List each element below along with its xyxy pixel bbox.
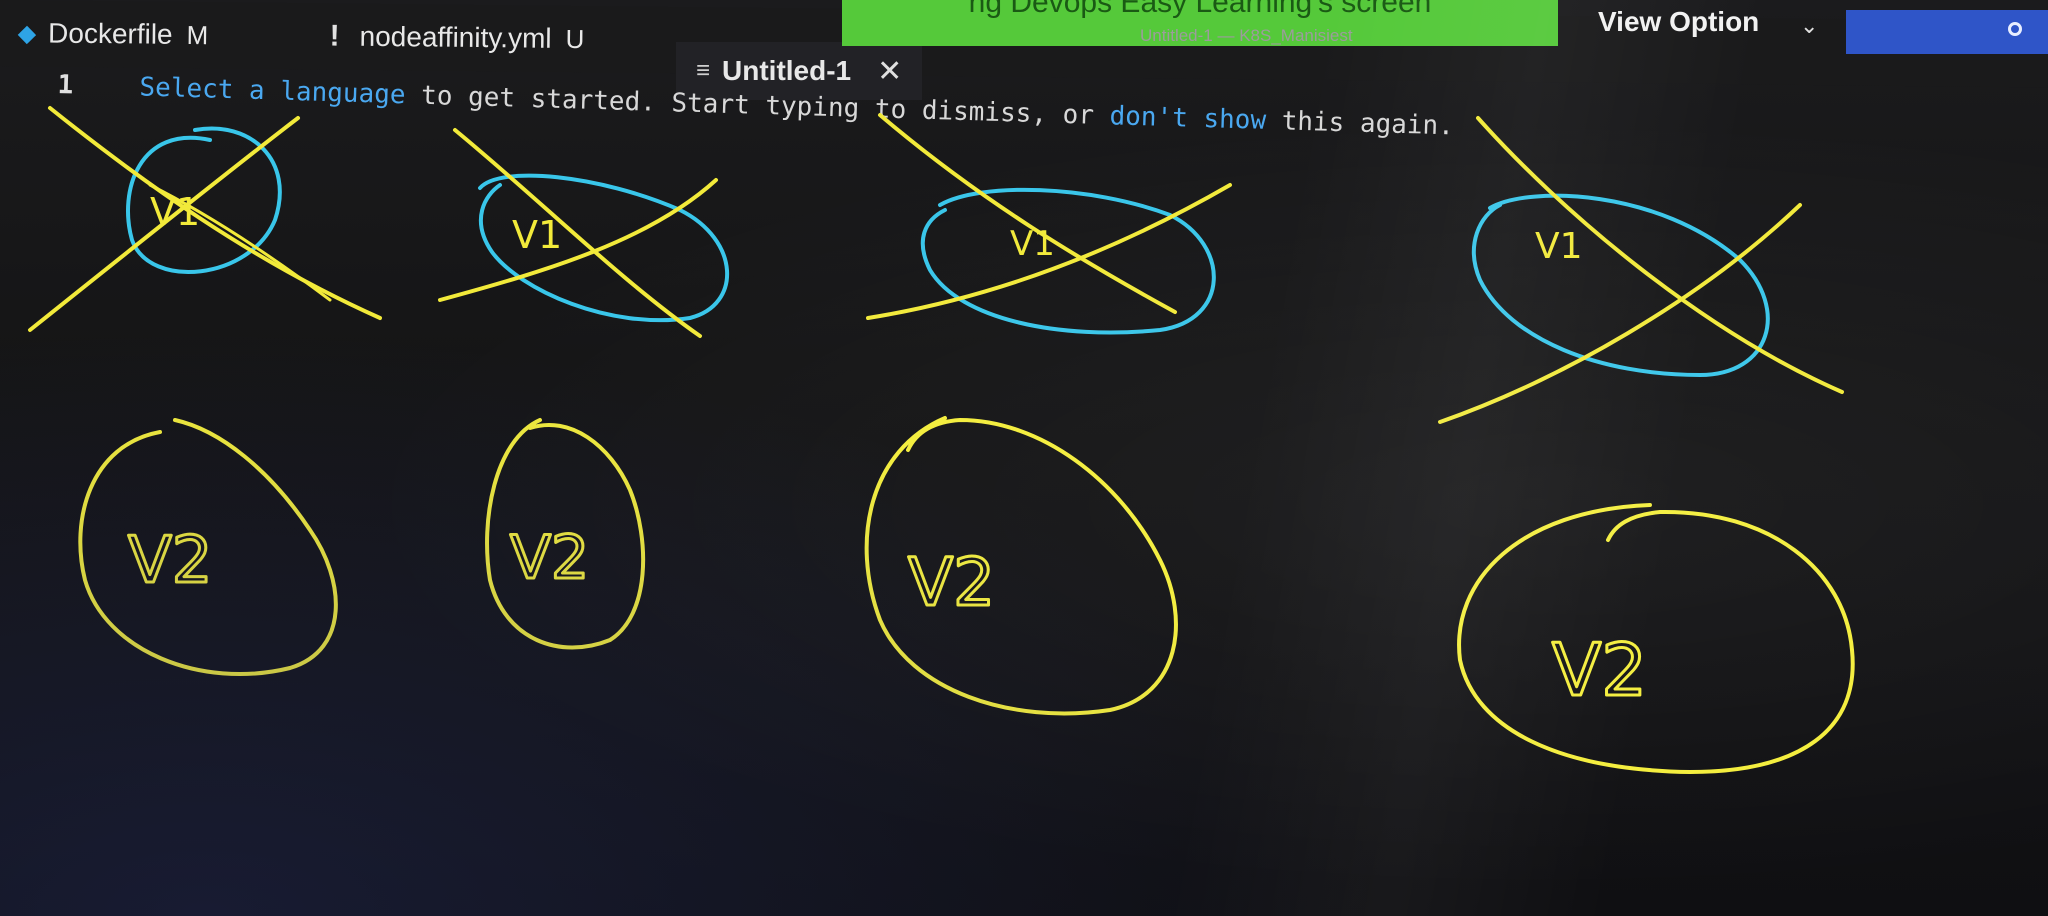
crossed-label: V1 bbox=[512, 213, 562, 257]
crossed-item-3: V1 bbox=[866, 113, 1232, 335]
circled-item-3: V2 bbox=[864, 416, 1178, 716]
crossed-item-2: V1 bbox=[438, 128, 729, 338]
circled-item-2: V2 bbox=[485, 418, 646, 650]
crossed-label: V1 bbox=[1010, 224, 1055, 264]
circled-label: V2 bbox=[1552, 628, 1647, 712]
pen-annotations: V1 V1 V1 V1 V2 V2 V2 V2 bbox=[28, 106, 1855, 774]
cross-line bbox=[48, 106, 382, 320]
cross-line bbox=[878, 113, 1177, 314]
cross-line bbox=[438, 178, 718, 302]
circled-label: V2 bbox=[128, 524, 213, 598]
circled-item-1: V2 bbox=[78, 418, 338, 677]
crossed-label: V1 bbox=[150, 190, 200, 234]
crossed-item-1: V1 bbox=[28, 106, 382, 332]
crossed-label: V1 bbox=[1535, 226, 1583, 267]
yellow-circle bbox=[1457, 503, 1855, 774]
circled-label: V2 bbox=[510, 523, 589, 593]
cyan-ellipse bbox=[1471, 193, 1770, 377]
cross-line bbox=[1438, 203, 1802, 424]
crossed-item-4: V1 bbox=[1438, 116, 1844, 424]
circled-item-4: V2 bbox=[1457, 503, 1855, 774]
screen-photo: ◆ Dockerfile M ! nodeaffinity.yml U ≡ Un… bbox=[0, 0, 2048, 916]
cross-line bbox=[1476, 116, 1844, 394]
circled-label: V2 bbox=[908, 544, 995, 621]
